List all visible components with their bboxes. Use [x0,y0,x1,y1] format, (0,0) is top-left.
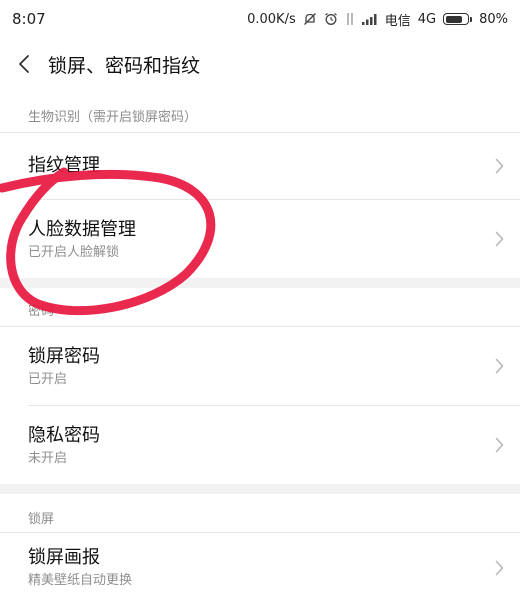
section-header-biometrics: 生物识别（需开启锁屏密码） [28,110,198,125]
signal-icon [361,13,378,25]
status-time: 8:07 [12,10,46,28]
red-circle-annotation [0,167,216,316]
battery-percent: 80% [479,11,508,27]
back-arrow-icon [19,55,29,73]
section-separator [0,484,520,494]
section-header-password: 密码 [28,304,55,319]
chevron-right-icon [492,559,506,577]
lock-screen-password-status: 已开启 [28,371,68,387]
chevron-right-icon [492,157,506,175]
chevron-right-icon [492,436,506,454]
network-speed: 0.00K/s [247,11,296,27]
chevron-right-icon [492,230,506,248]
status-indicators: 0.00K/s 电信 4G 80% [247,10,508,29]
lock-screen-pictorial-label: 锁屏画报 [28,547,100,568]
section-separator [0,278,520,288]
network-type: 4G [417,11,437,27]
fingerprint-management-label: 指纹管理 [28,155,100,176]
battery-icon [443,13,473,25]
bell-muted-icon [303,12,317,26]
face-data-management-label: 人脸数据管理 [28,218,136,240]
lock-screen-pictorial-description: 精美壁纸自动更换 [28,573,133,588]
chevron-right-icon [492,357,506,375]
section-header-lockscreen: 锁屏 [28,512,55,527]
privacy-password-item[interactable]: 隐私密码 未开启 [0,406,520,484]
page-title: 锁屏、密码和指纹 [48,54,201,77]
lock-screen-pictorial-item[interactable]: 锁屏画报 精美壁纸自动更换 [0,533,520,602]
lock-screen-password-item[interactable]: 锁屏密码 已开启 [0,327,520,405]
fingerprint-management-item[interactable]: 指纹管理 [0,133,520,199]
privacy-password-status: 未开启 [28,450,68,466]
data-transfer-icon [345,12,355,26]
face-data-management-item[interactable]: 人脸数据管理 已开启人脸解锁 [0,200,520,278]
face-unlock-status: 已开启人脸解锁 [28,244,120,260]
title-bar: 锁屏、密码和指纹 [0,38,520,90]
status-bar: 8:07 0.00K/s 电信 4G 80% [0,0,520,38]
back-button[interactable] [4,38,44,90]
alarm-icon [324,12,338,26]
carrier-name: 电信 [384,13,411,29]
lock-screen-password-label: 锁屏密码 [28,345,100,367]
privacy-password-label: 隐私密码 [28,424,100,446]
